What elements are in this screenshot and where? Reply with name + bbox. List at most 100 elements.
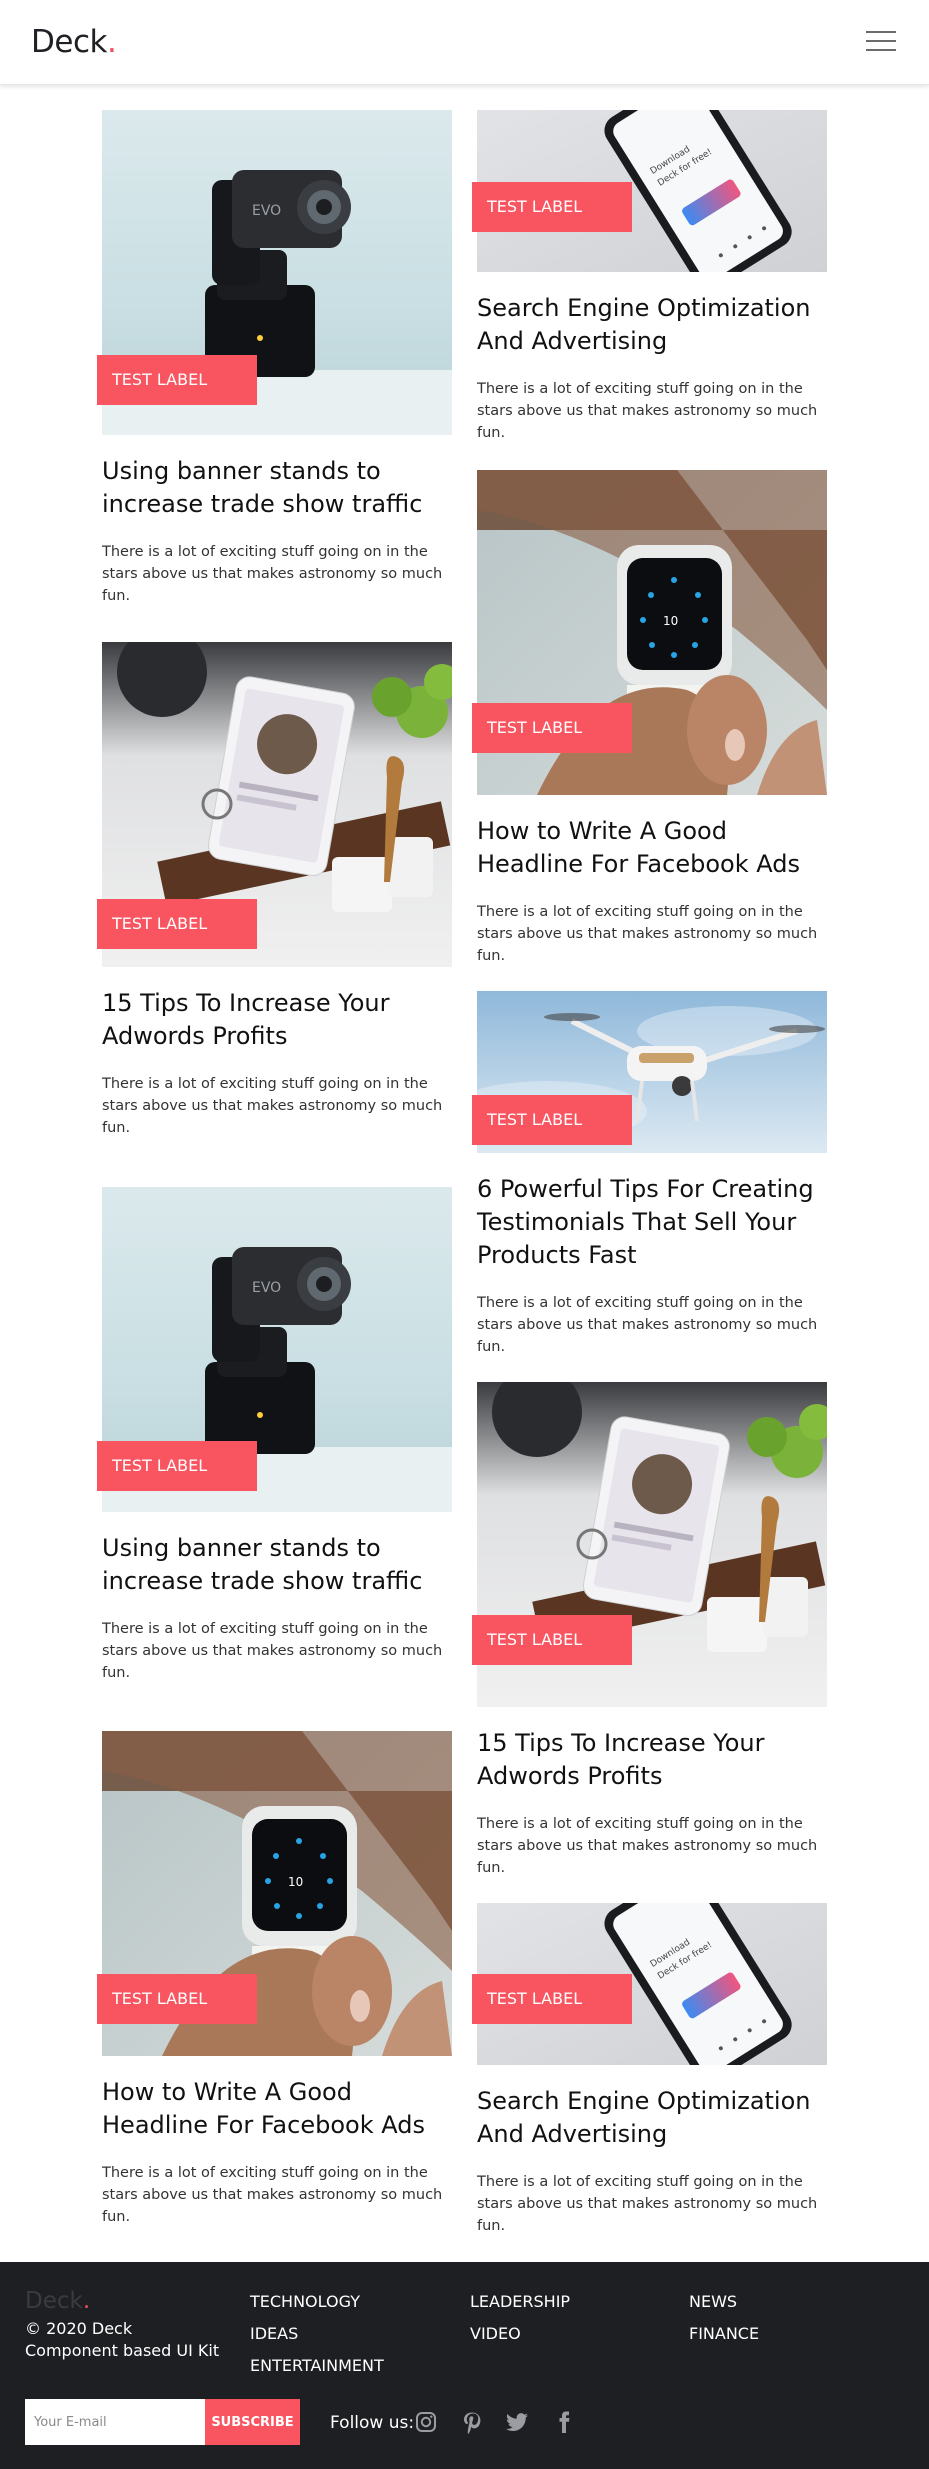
post-excerpt: There is a lot of exciting stuff going o… xyxy=(477,901,827,967)
post-excerpt-line: stars above us that makes astronomy so m… xyxy=(102,1643,443,1659)
post-title-line: Products Fast xyxy=(477,1241,637,1269)
footer-brand-name: Deck xyxy=(25,2288,83,2314)
post-card[interactable]: TEST LABEL Using banner stands to increa… xyxy=(97,110,452,610)
post-label[interactable]: TEST LABEL xyxy=(97,899,257,949)
post-label[interactable]: TEST LABEL xyxy=(472,182,632,232)
brand-name: Deck xyxy=(31,24,107,60)
post-label[interactable]: TEST LABEL xyxy=(97,355,257,405)
post-card[interactable]: TEST LABEL 15 Tips To Increase Your Adwo… xyxy=(472,1382,827,1882)
follow-us-label: Follow us: xyxy=(330,2413,415,2433)
post-excerpt-line: stars above us that makes astronomy so m… xyxy=(102,566,443,582)
copyright-text: © 2020 Deck xyxy=(25,2319,133,2338)
menu-bar xyxy=(866,40,896,42)
post-title[interactable]: 15 Tips To Increase Your Adwords Profits xyxy=(102,987,452,1053)
post-card[interactable]: TEST LABEL Search Engine Optimization An… xyxy=(472,1903,827,2243)
brand-logo[interactable]: Deck. xyxy=(31,24,117,60)
post-title[interactable]: Search Engine Optimization And Advertisi… xyxy=(477,292,827,358)
footer-link-news[interactable]: NEWS xyxy=(689,2292,737,2311)
post-title-line: Using banner stands to xyxy=(102,457,381,485)
post-card[interactable]: TEST LABEL How to Write A Good Headline … xyxy=(97,1731,452,2231)
post-excerpt-line: stars above us that makes astronomy so m… xyxy=(102,2187,443,2203)
post-card[interactable]: TEST LABEL How to Write A Good Headline … xyxy=(472,470,827,970)
post-title[interactable]: 6 Powerful Tips For Creating Testimonial… xyxy=(477,1173,827,1272)
post-excerpt-line: stars above us that makes astronomy so m… xyxy=(477,1838,818,1854)
post-title-line: 6 Powerful Tips For Creating xyxy=(477,1175,814,1203)
post-excerpt-line: There is a lot of exciting stuff going o… xyxy=(102,2165,428,2181)
post-excerpt-line: There is a lot of exciting stuff going o… xyxy=(477,2174,803,2190)
menu-bar xyxy=(866,31,896,33)
footer-link-ideas[interactable]: IDEAS xyxy=(250,2324,298,2343)
post-title-line: How to Write A Good xyxy=(477,817,727,845)
post-excerpt-line: There is a lot of exciting stuff going o… xyxy=(102,544,428,560)
post-excerpt-line: fun. xyxy=(102,588,131,604)
post-excerpt-line: fun. xyxy=(477,1860,506,1876)
post-card[interactable]: TEST LABEL 15 Tips To Increase Your Adwo… xyxy=(97,642,452,1142)
footer-brand-dot: . xyxy=(82,2288,91,2314)
footer-copyright: © 2020 Deck Component based UI Kit xyxy=(25,2318,219,2362)
post-title[interactable]: How to Write A Good Headline For Faceboo… xyxy=(477,815,827,881)
post-card[interactable]: TEST LABEL Search Engine Optimization An… xyxy=(472,110,827,450)
post-excerpt-line: fun. xyxy=(477,1339,506,1355)
post-excerpt: There is a lot of exciting stuff going o… xyxy=(102,1618,452,1684)
post-excerpt-line: fun. xyxy=(477,425,506,441)
post-excerpt-line: There is a lot of exciting stuff going o… xyxy=(477,1295,803,1311)
post-label[interactable]: TEST LABEL xyxy=(472,1095,632,1145)
post-excerpt-line: stars above us that makes astronomy so m… xyxy=(477,2196,818,2212)
post-title-line: Testimonials That Sell Your xyxy=(477,1208,797,1236)
post-label[interactable]: TEST LABEL xyxy=(472,1615,632,1665)
post-title[interactable]: Using banner stands to increase trade sh… xyxy=(102,1532,452,1598)
post-excerpt: There is a lot of exciting stuff going o… xyxy=(102,2162,452,2228)
twitter-icon[interactable] xyxy=(505,2410,529,2434)
instagram-icon[interactable] xyxy=(414,2410,438,2434)
post-excerpt-line: There is a lot of exciting stuff going o… xyxy=(102,1076,428,1092)
post-label[interactable]: TEST LABEL xyxy=(472,1974,632,2024)
post-title[interactable]: Using banner stands to increase trade sh… xyxy=(102,455,452,521)
post-title-line: increase trade show traffic xyxy=(102,490,423,518)
site-header: Deck. xyxy=(0,0,929,85)
post-title-line: 15 Tips To Increase Your xyxy=(477,1729,765,1757)
footer-link-leadership[interactable]: LEADERSHIP xyxy=(470,2292,570,2311)
post-excerpt-line: fun. xyxy=(477,948,506,964)
email-field[interactable] xyxy=(25,2399,205,2445)
post-label[interactable]: TEST LABEL xyxy=(472,703,632,753)
pinterest-icon[interactable] xyxy=(460,2410,484,2434)
footer-link-technology[interactable]: TECHNOLOGY xyxy=(250,2292,360,2311)
post-title-line: Adwords Profits xyxy=(477,1762,663,1790)
post-excerpt-line: There is a lot of exciting stuff going o… xyxy=(102,1621,428,1637)
post-excerpt-line: stars above us that makes astronomy so m… xyxy=(102,1098,443,1114)
footer-brand-logo[interactable]: Deck. xyxy=(25,2288,90,2314)
post-excerpt: There is a lot of exciting stuff going o… xyxy=(102,1073,452,1139)
post-excerpt: There is a lot of exciting stuff going o… xyxy=(477,1292,827,1358)
post-title[interactable]: Search Engine Optimization And Advertisi… xyxy=(477,2085,827,2151)
footer-link-entertainment[interactable]: ENTERTAINMENT xyxy=(250,2356,384,2375)
menu-bar xyxy=(866,49,896,51)
post-card[interactable]: TEST LABEL 6 Powerful Tips For Creating … xyxy=(472,991,827,1361)
post-title-line: And Advertising xyxy=(477,327,668,355)
post-title-line: Search Engine Optimization xyxy=(477,294,811,322)
post-title-line: Headline For Facebook Ads xyxy=(102,2111,425,2139)
post-card[interactable]: TEST LABEL Using banner stands to increa… xyxy=(97,1187,452,1687)
facebook-icon[interactable] xyxy=(552,2410,576,2434)
post-excerpt-line: stars above us that makes astronomy so m… xyxy=(477,926,818,942)
post-title-line: And Advertising xyxy=(477,2120,668,2148)
post-excerpt: There is a lot of exciting stuff going o… xyxy=(477,1813,827,1879)
post-excerpt: There is a lot of exciting stuff going o… xyxy=(477,378,827,444)
post-excerpt: There is a lot of exciting stuff going o… xyxy=(477,2171,827,2237)
post-label[interactable]: TEST LABEL xyxy=(97,1441,257,1491)
footer-link-finance[interactable]: FINANCE xyxy=(689,2324,759,2343)
subscribe-button[interactable]: SUBSCRIBE xyxy=(205,2399,300,2445)
hamburger-menu-icon[interactable] xyxy=(866,28,898,54)
footer-link-video[interactable]: VIDEO xyxy=(470,2324,521,2343)
brand-dot: . xyxy=(106,24,117,60)
post-title-line: How to Write A Good xyxy=(102,2078,352,2106)
post-excerpt-line: fun. xyxy=(102,1120,131,1136)
post-title[interactable]: 15 Tips To Increase Your Adwords Profits xyxy=(477,1727,827,1793)
post-title-line: Headline For Facebook Ads xyxy=(477,850,800,878)
post-excerpt-line: fun. xyxy=(102,2209,131,2225)
post-title-line: Adwords Profits xyxy=(102,1022,288,1050)
post-excerpt-line: fun. xyxy=(102,1665,131,1681)
post-label[interactable]: TEST LABEL xyxy=(97,1974,257,2024)
post-title[interactable]: How to Write A Good Headline For Faceboo… xyxy=(102,2076,452,2142)
post-excerpt-line: stars above us that makes astronomy so m… xyxy=(477,1317,818,1333)
post-excerpt-line: There is a lot of exciting stuff going o… xyxy=(477,1816,803,1832)
